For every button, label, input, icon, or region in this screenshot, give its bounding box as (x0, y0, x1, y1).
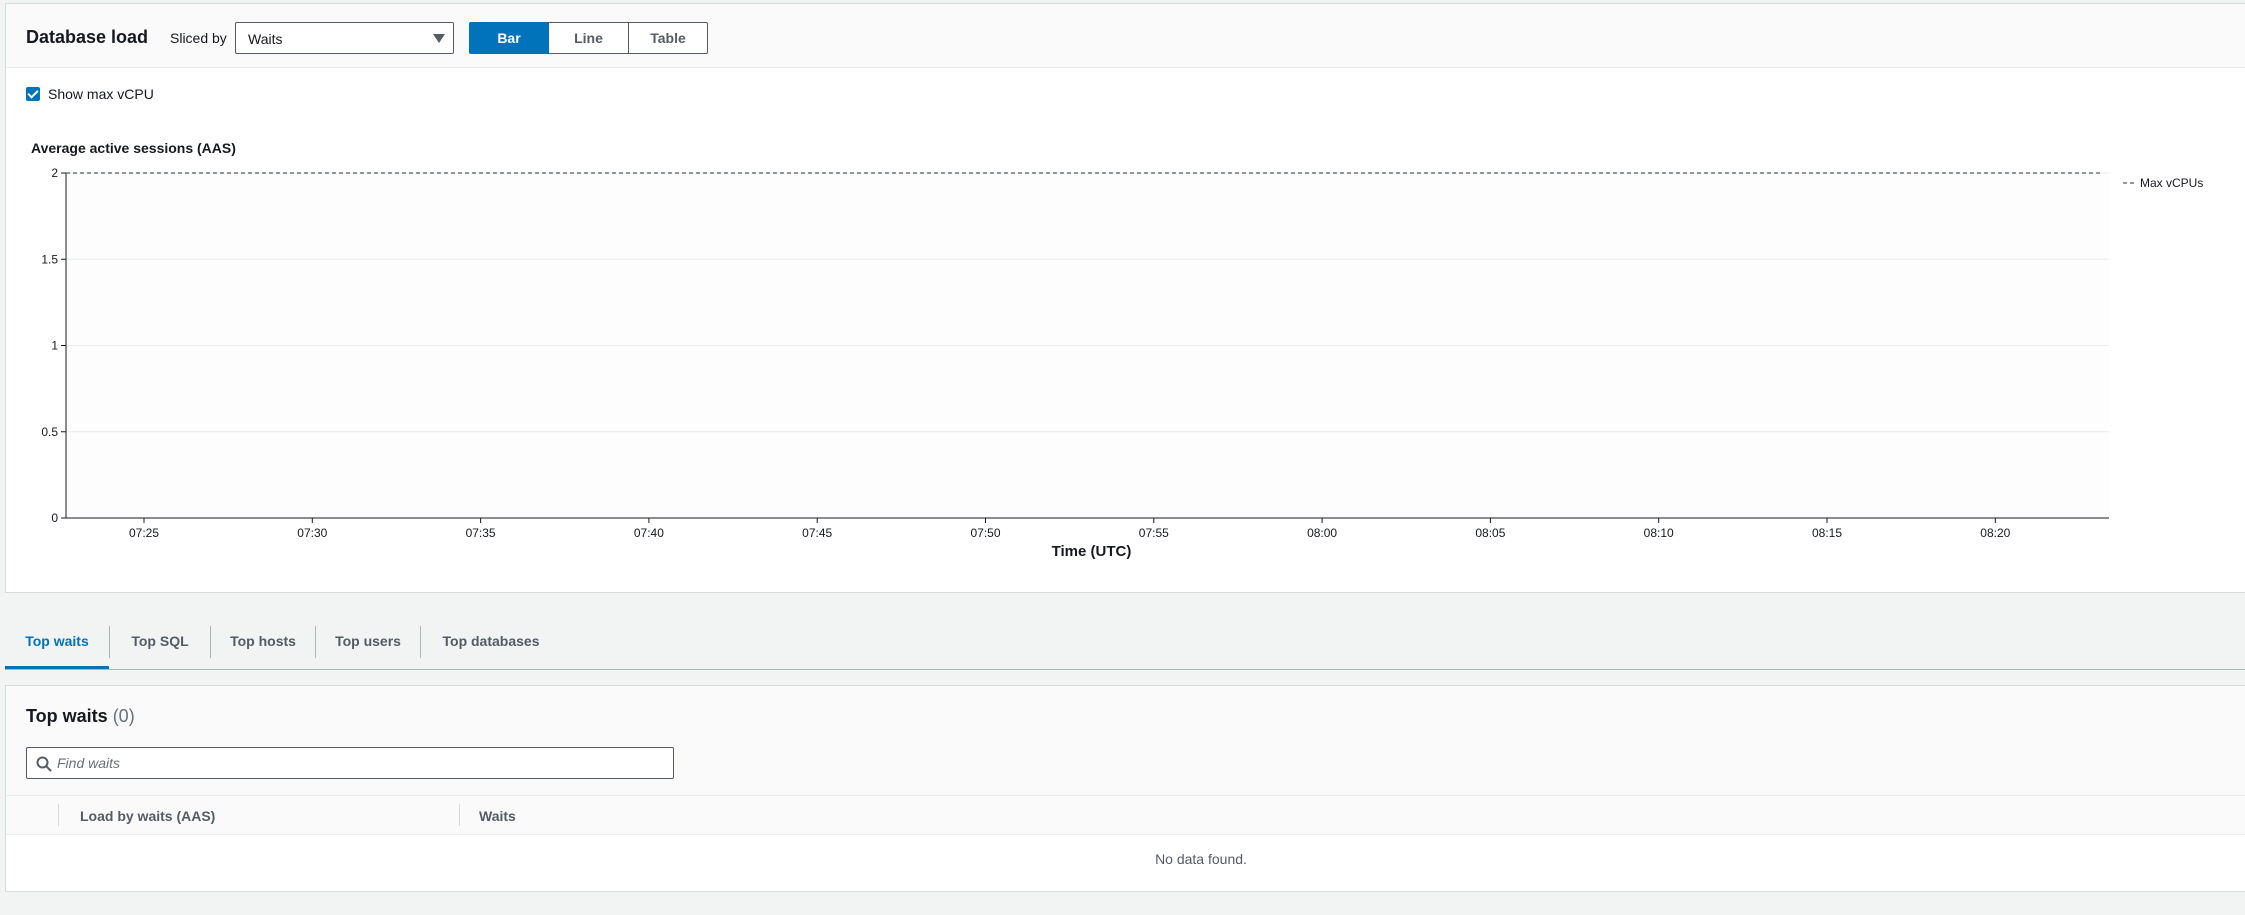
column-divider (58, 804, 59, 826)
y-tick-label: 1.5 (41, 252, 58, 266)
find-waits-input[interactable] (57, 753, 657, 773)
top-waits-panel: Top waits (0) Load by waits (AAS) Waits … (5, 685, 2245, 892)
tab-top-databases[interactable]: Top databases (421, 616, 561, 669)
search-icon (36, 756, 52, 772)
x-tick-label: 08:00 (1307, 526, 1337, 540)
waits-table-header: Load by waits (AAS) Waits (6, 795, 2245, 835)
top-waits-title-text: Top waits (26, 706, 108, 726)
y-tick-label: 0.5 (41, 425, 58, 439)
x-tick-label: 07:35 (466, 526, 496, 540)
column-waits[interactable]: Waits (479, 808, 516, 824)
empty-state-message: No data found. (1155, 851, 1247, 867)
x-tick-label: 08:05 (1475, 526, 1505, 540)
y-tick-label: 2 (51, 166, 58, 180)
column-load-by-waits[interactable]: Load by waits (AAS) (80, 808, 215, 824)
x-tick-label: 08:20 (1980, 526, 2010, 540)
y-tick-label: 0 (51, 511, 58, 525)
aas-chart: 0 0.5 1 1.5 2 07:25 07:30 07:35 07:40 07:45 07:50 0… (41, 166, 2203, 560)
y-tick-label: 1 (51, 339, 58, 353)
tab-top-users[interactable]: Top users (316, 616, 420, 669)
top-dimensions-tabs: Top waits Top SQL Top hosts Top users To… (5, 616, 2245, 670)
legend-label-max-vcpus: Max vCPUs (2140, 176, 2203, 190)
tab-top-waits[interactable]: Top waits (5, 616, 109, 669)
x-tick-label: 07:30 (297, 526, 327, 540)
x-tick-label: 07:25 (129, 526, 159, 540)
top-waits-count: (0) (112, 706, 135, 726)
tab-top-sql[interactable]: Top SQL (110, 616, 210, 669)
x-tick-label: 07:45 (802, 526, 832, 540)
x-tick-label: 08:15 (1812, 526, 1842, 540)
top-waits-header: Top waits (0) (6, 686, 2245, 795)
x-tick-label: 08:10 (1644, 526, 1674, 540)
database-load-panel: Database load Sliced by Waits Bar Line T… (5, 3, 2245, 593)
top-waits-title: Top waits (0) (26, 706, 135, 727)
x-tick-label: 07:55 (1139, 526, 1169, 540)
x-axis-title: Time (UTC) (1052, 543, 1132, 560)
x-tick-label: 07:40 (634, 526, 664, 540)
x-tick-label: 07:50 (970, 526, 1000, 540)
find-waits-search[interactable] (26, 747, 674, 779)
column-divider (459, 804, 460, 826)
tab-top-hosts[interactable]: Top hosts (211, 616, 315, 669)
